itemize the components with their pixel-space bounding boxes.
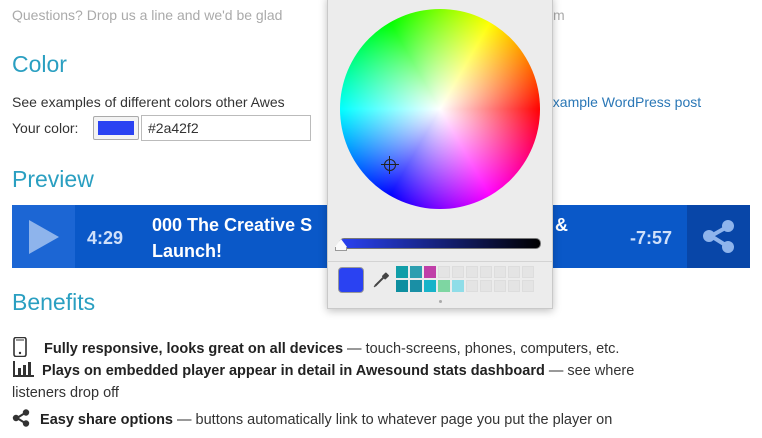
color-description: See examples of different colors other A…: [12, 94, 285, 110]
current-color-well[interactable]: [338, 267, 364, 293]
hex-color-input[interactable]: [141, 115, 311, 141]
color-swatch-cell[interactable]: [522, 280, 534, 292]
benefit-text: — touch-screens, phones, computers, etc.: [343, 341, 620, 357]
color-swatch-cell[interactable]: [452, 266, 464, 278]
color-swatch-cell[interactable]: [494, 280, 506, 292]
color-swatch-cell[interactable]: [396, 266, 408, 278]
color-swatch-cell[interactable]: [410, 266, 422, 278]
share-button[interactable]: [687, 205, 750, 268]
color-swatch-cell[interactable]: [424, 280, 436, 292]
benefit-bold-text: Fully responsive, looks great on all dev…: [44, 341, 344, 357]
intro-text: Questions? Drop us a line and we'd be gl…: [12, 7, 565, 23]
benefit-item: Plays on embedded player appear in detai…: [12, 361, 634, 379]
color-swatch-cell[interactable]: [508, 266, 520, 278]
color-swatch-cell[interactable]: [438, 266, 450, 278]
color-swatch-fill: [98, 121, 134, 135]
episode-title-line2: Launch!: [152, 241, 222, 261]
color-swatch-cell[interactable]: [410, 280, 422, 292]
color-swatch-cell[interactable]: [480, 280, 492, 292]
play-button[interactable]: [12, 205, 75, 268]
mobile-phone-icon: [13, 336, 27, 358]
brightness-slider[interactable]: [339, 238, 541, 249]
color-swatch-button[interactable]: [93, 116, 139, 140]
color-picker-popup: [327, 0, 553, 309]
share-icon: [703, 220, 734, 253]
benefit-bold-text: Easy share options: [40, 412, 173, 428]
color-swatch-cell[interactable]: [522, 266, 534, 278]
episode-title-line1-end: &: [555, 215, 568, 235]
example-post-link[interactable]: example WordPress post: [545, 94, 701, 110]
color-swatch-cell[interactable]: [438, 280, 450, 292]
episode-title-line1: 000 The Creative S: [152, 215, 313, 235]
color-swatch-cell[interactable]: [396, 280, 408, 292]
benefit-bold-text: Plays on embedded player appear in detai…: [42, 363, 545, 379]
color-swatch-cell[interactable]: [508, 280, 520, 292]
your-color-label: Your color:: [12, 120, 79, 136]
color-swatch-cell[interactable]: [466, 280, 478, 292]
share-icon: [12, 409, 30, 427]
color-wheel[interactable]: [340, 9, 540, 209]
brightness-slider-knob[interactable]: [335, 239, 347, 247]
remaining-time: -7:57: [630, 228, 673, 248]
color-swatch-cell[interactable]: [452, 280, 464, 292]
color-heading: Color: [12, 51, 67, 77]
play-icon: [29, 220, 59, 254]
color-swatch-cell[interactable]: [480, 266, 492, 278]
benefit-continuation: listeners drop off: [12, 385, 119, 401]
color-swatch-cell[interactable]: [466, 266, 478, 278]
brightness-slider-knob-base: [335, 247, 347, 251]
benefit-text: — buttons automatically link to whatever…: [173, 412, 613, 428]
color-wheel-crosshair[interactable]: [381, 156, 399, 174]
color-wheel-area: [328, 0, 552, 228]
color-swatch-cell[interactable]: [494, 266, 506, 278]
benefit-text: — see where: [544, 363, 635, 379]
picker-divider: [328, 261, 552, 262]
eyedropper-icon[interactable]: [372, 271, 390, 289]
elapsed-time: 4:29: [87, 228, 124, 248]
resize-grip[interactable]: [439, 300, 442, 303]
benefits-heading: Benefits: [12, 289, 96, 315]
intro-text-tail: m: [553, 7, 565, 23]
benefit-item: Fully responsive, looks great on all dev…: [12, 336, 620, 358]
color-swatch-cell[interactable]: [424, 266, 436, 278]
bar-chart-icon: [13, 361, 34, 377]
preview-heading: Preview: [12, 166, 94, 192]
benefit-item: Easy share options — buttons automatical…: [12, 409, 612, 428]
